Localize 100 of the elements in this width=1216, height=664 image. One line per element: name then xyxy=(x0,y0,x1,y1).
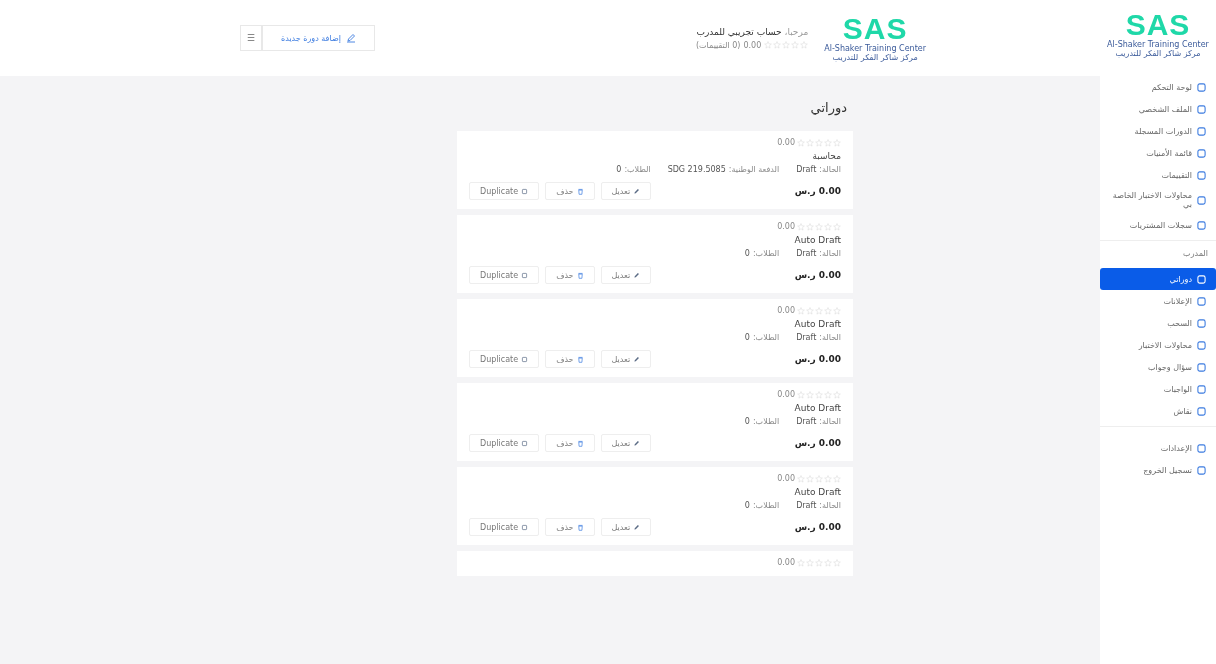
duplicate-button[interactable]: Duplicate xyxy=(469,266,540,284)
status-value: Draft xyxy=(796,249,817,258)
copy-icon xyxy=(521,187,529,195)
outline-square-icon xyxy=(1197,170,1206,180)
logo-subtitle: مركز شاكر الفكر للتدريب xyxy=(832,53,918,62)
copy-icon xyxy=(521,523,529,531)
course-title[interactable]: محاسبة xyxy=(469,151,841,161)
copy-icon xyxy=(521,271,529,279)
delete-button[interactable]: حذف xyxy=(545,266,595,284)
edit-button[interactable]: تعديل xyxy=(600,350,652,368)
status-value: Draft xyxy=(796,165,817,174)
sidebar-item[interactable]: الواجبات xyxy=(1100,378,1216,400)
outline-square-icon xyxy=(1197,220,1206,230)
sidebar-item[interactable]: الملف الشخصي xyxy=(1100,98,1216,120)
edit-button[interactable]: تعديل xyxy=(600,182,652,200)
status-value: Draft xyxy=(796,333,817,342)
sidebar-item[interactable]: الدورات المسجلة xyxy=(1100,120,1216,142)
duplicate-button[interactable]: Duplicate xyxy=(469,518,540,536)
rating-value: 0.00 xyxy=(777,474,795,483)
outline-square-icon xyxy=(1197,82,1206,92)
course-price: 0.00 ر.س xyxy=(794,522,841,532)
status-label: الحالة: xyxy=(819,333,841,342)
status-label: الحالة: xyxy=(819,165,841,174)
sidebar-item[interactable]: الإعدادات xyxy=(1100,437,1216,459)
students-label: الطلاب: xyxy=(624,165,651,174)
rating-value: 0.00 xyxy=(743,40,762,50)
trash-icon xyxy=(576,523,584,531)
sidebar-item[interactable]: محاولات الاختبار الخاصة بي xyxy=(1100,186,1216,214)
logo-mark: SAS xyxy=(842,14,908,44)
pencil-icon xyxy=(345,33,356,43)
trash-icon xyxy=(576,271,584,279)
delete-button[interactable]: حذف xyxy=(545,518,595,536)
sidebar-item[interactable]: التقييمات xyxy=(1100,164,1216,186)
outline-square-icon xyxy=(1197,465,1206,475)
course-price: 0.00 ر.س xyxy=(794,186,841,196)
pencil-icon xyxy=(633,271,641,279)
copy-icon xyxy=(521,355,529,363)
logo-mark: SAS xyxy=(1125,10,1191,40)
students-count: 0 xyxy=(744,333,750,342)
course-title[interactable]: Auto Draft xyxy=(469,403,841,413)
sidebar-item[interactable]: الإعلانات xyxy=(1100,290,1216,312)
rating-count: (0 التقييمات) xyxy=(695,40,741,50)
course-price: 0.00 ر.س xyxy=(794,438,841,448)
sidebar-item[interactable]: سجلات المشتريات xyxy=(1100,214,1216,236)
duplicate-button[interactable]: Duplicate xyxy=(469,434,540,452)
edit-button[interactable]: تعديل xyxy=(600,266,652,284)
sidebar-item[interactable]: قائمة الأمنيات xyxy=(1100,142,1216,164)
outline-square-icon xyxy=(1197,340,1206,350)
status-label: الحالة: xyxy=(819,501,841,510)
delete-button[interactable]: حذف xyxy=(545,350,595,368)
students-count: 0 xyxy=(744,501,750,510)
logo-subtitle: Al-Shaker Training Center xyxy=(824,44,926,53)
edit-button[interactable]: تعديل xyxy=(600,434,652,452)
add-course-button[interactable]: إضافة دورة جديدة xyxy=(262,25,375,51)
pencil-icon xyxy=(633,355,641,363)
trash-icon xyxy=(576,439,584,447)
status-label: الحالة: xyxy=(819,249,841,258)
course-title[interactable]: Auto Draft xyxy=(469,235,841,245)
students-label: الطلاب: xyxy=(752,501,780,510)
outline-square-icon xyxy=(1197,362,1206,372)
delete-button[interactable]: حذف xyxy=(545,434,595,452)
price-value: 219.5085 SDG xyxy=(667,165,726,174)
menu-button[interactable]: ☰ xyxy=(240,25,262,51)
outline-square-icon xyxy=(1197,384,1206,394)
user-name: حساب تجريبي للمدرب xyxy=(696,26,782,37)
outline-square-icon xyxy=(1197,104,1206,114)
pencil-icon xyxy=(633,523,641,531)
duplicate-button[interactable]: Duplicate xyxy=(469,350,540,368)
sidebar-item[interactable]: سؤال وجواب xyxy=(1100,356,1216,378)
status-value: Draft xyxy=(796,417,817,426)
course-price: 0.00 ر.س xyxy=(794,354,841,364)
rating-value: 0.00 xyxy=(777,558,795,567)
pencil-icon xyxy=(633,187,641,195)
trash-icon xyxy=(576,355,584,363)
outline-square-icon xyxy=(1197,406,1206,416)
students-label: الطلاب: xyxy=(752,417,780,426)
students-count: 0 xyxy=(744,249,750,258)
duplicate-button[interactable]: Duplicate xyxy=(469,182,540,200)
outline-square-icon xyxy=(1197,296,1206,306)
edit-button[interactable]: تعديل xyxy=(600,518,652,536)
sidebar-item[interactable]: محاولات الاختبار xyxy=(1100,334,1216,356)
course-price: 0.00 ر.س xyxy=(794,270,841,280)
sidebar-item[interactable]: نقاش xyxy=(1100,400,1216,422)
pencil-icon xyxy=(633,439,641,447)
greeting-text: مرحبا، xyxy=(784,26,809,37)
rating-value: 0.00 xyxy=(777,306,795,315)
outline-square-icon xyxy=(1197,126,1206,136)
delete-button[interactable]: حذف xyxy=(545,182,595,200)
students-count: 0 xyxy=(744,417,750,426)
course-title[interactable]: Auto Draft xyxy=(469,487,841,497)
sidebar-item[interactable]: السحب xyxy=(1100,312,1216,334)
sidebar-item[interactable]: لوحة التحكم xyxy=(1100,76,1216,98)
sidebar-item[interactable]: تسجيل الخروج xyxy=(1100,459,1216,481)
sidebar-item[interactable]: دوراتي xyxy=(1100,268,1216,290)
outline-square-icon xyxy=(1197,148,1206,158)
students-label: الطلاب: xyxy=(752,333,780,342)
page-title: دوراتي xyxy=(809,100,847,115)
outline-square-icon xyxy=(1197,443,1206,453)
course-title[interactable]: Auto Draft xyxy=(469,319,841,329)
copy-icon xyxy=(521,439,529,447)
